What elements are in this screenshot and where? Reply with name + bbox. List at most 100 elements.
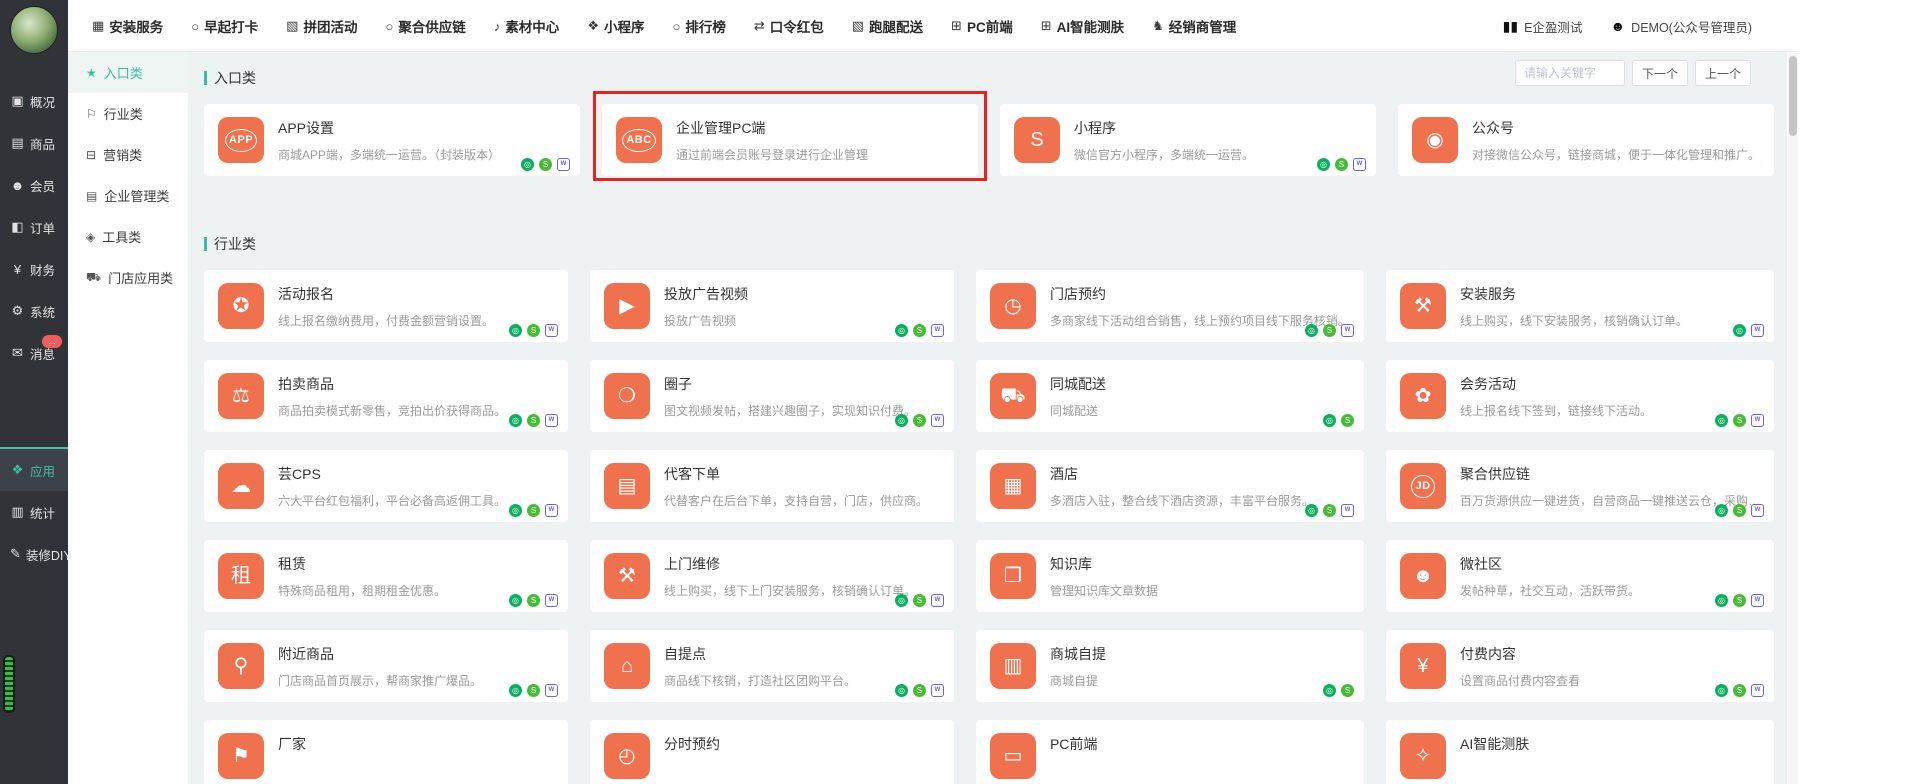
topnav-item-label: 早起打卡: [204, 16, 258, 36]
app-card-micro-community[interactable]: ☻微社区发帖种草，社交互动，活跃带货。◎SW: [1386, 540, 1774, 612]
statistics-icon: ▥: [10, 504, 25, 520]
app-card-mini-program[interactable]: S小程序微信官方小程序，多端统一运营。◎SW: [1000, 104, 1376, 176]
app-card-pc-frontend[interactable]: ▭PC前端: [976, 720, 1364, 784]
wap-badge-icon: W: [545, 504, 558, 517]
app-card-install-service[interactable]: ⚒安装服务线上购买，线下安装服务，核销确认订单。◎W: [1386, 270, 1774, 342]
app-card-mall-self-pickup[interactable]: ▥商城自提商城自提◎S: [976, 630, 1364, 702]
icon-glyph: ✿: [1415, 386, 1432, 406]
page: ▦安装服务 ○早起打卡 ▧拼团活动 ○聚合供应链 ♪素材中心 ❖小程序 ○排行榜 ⇄口令红包 ▧…: [0, 0, 1919, 784]
platform-badges: ◎SW: [509, 504, 558, 517]
app-card-order-for-customer[interactable]: ▤代客下单代替客户在后台下单，支持自营，门店，供应商。: [590, 450, 954, 522]
app-card-paid-content[interactable]: ¥付费内容设置商品付费内容查看◎SW: [1386, 630, 1774, 702]
card-desc: 通过前端会员账号登录进行企业管理: [676, 146, 868, 163]
app-card-pickup-point[interactable]: ⌂自提点商品线下核销，打造社区团购平台。◎SW: [590, 630, 954, 702]
app-card-city-delivery[interactable]: ⛟同城配送同城配送◎S: [976, 360, 1364, 432]
topnav-item-dealer-management[interactable]: ♞经销商管理: [1152, 16, 1236, 36]
prev-button[interactable]: 上一个: [1695, 60, 1751, 86]
sidebar-item-finance[interactable]: ¥财务: [0, 248, 68, 290]
category-item-store-apps-category[interactable]: ⛟门店应用类: [68, 257, 188, 298]
wap-badge-icon: W: [545, 594, 558, 607]
app-card-activity-signup[interactable]: ✪活动报名线上报名缴纳费用，付费金额营销设置。◎SW: [204, 270, 568, 342]
nearby-goods-icon: ⚲: [218, 643, 264, 689]
category-item-industry-category[interactable]: ⚐行业类: [68, 93, 188, 134]
sidebar-item-goods[interactable]: ▤商品: [0, 122, 68, 164]
next-button[interactable]: 下一个: [1632, 60, 1688, 86]
platform-badges: ◎SW: [895, 414, 944, 427]
card-desc: 商城APP端，多端统一运营。（封装版本）: [278, 146, 500, 163]
sidebar-item-apps[interactable]: ❖应用: [0, 447, 68, 491]
app-card-enterprise-pc-admin[interactable]: ABC企业管理PC端通过前端会员账号登录进行企业管理: [602, 104, 978, 176]
sidebar-item-label: 系统: [30, 302, 55, 321]
app-card-ai-skin-analysis[interactable]: ✧AI智能测肤: [1386, 720, 1774, 784]
icon-glyph: ⚒: [1414, 296, 1432, 316]
topnav-item-password-red-packet[interactable]: ⇄口令红包: [754, 16, 824, 36]
icon-glyph: ❐: [1004, 566, 1022, 586]
app-settings-icon: APP: [218, 117, 264, 163]
manufacturer-icon: ⚑: [218, 733, 264, 779]
android-app-badge-icon: ◎: [1305, 324, 1318, 337]
app-card-official-account[interactable]: ◉公众号对接微信公众号，链接商城，便于一体化管理和推广。: [1398, 104, 1774, 176]
app-card-manufacturer[interactable]: ⚑厂家: [204, 720, 568, 784]
app-card-conference-activity[interactable]: ✿会务活动线上报名线下签到，链接线下活动。◎SW: [1386, 360, 1774, 432]
category-sidebar: ★入口类⚐行业类⊟营销类▤企业管理类◈工具类⛟门店应用类: [68, 52, 188, 784]
app-card-timeslot-booking[interactable]: ◴分时预约: [590, 720, 954, 784]
topnav-item-pc-frontend[interactable]: ⊞PC前端: [951, 16, 1013, 36]
org-logo-icon: ▮▮: [1503, 18, 1518, 35]
sidebar-item-system[interactable]: ⚙系统: [0, 290, 68, 332]
topnav-item-morning-checkin[interactable]: ○早起打卡: [191, 16, 258, 36]
app-card-nearby-goods[interactable]: ⚲附近商品门店商品首页展示，帮商家推广爆品。◎SW: [204, 630, 568, 702]
orders-icon: ◧: [10, 219, 25, 235]
app-card-rental[interactable]: 租租赁特殊商品租用，租期租金优惠。◎SW: [204, 540, 568, 612]
app-card-app-settings[interactable]: APPAPP设置商城APP端，多端统一运营。（封装版本）◎SW: [204, 104, 580, 176]
app-card-store-booking[interactable]: ◷门店预约多商家线下活动组合销售，线上预约项目线下服务核销。◎SW: [976, 270, 1364, 342]
app-card-door-to-door-repair[interactable]: ⚒上门维修线上购买，线下上门安装服务，核销确认订单。◎SW: [590, 540, 954, 612]
category-item-entry-category[interactable]: ★入口类: [68, 52, 188, 93]
topnav-item-aggregate-supply-chain[interactable]: ○聚合供应链: [385, 16, 465, 36]
topnav-item-ai-skin-analysis[interactable]: ⊞AI智能测肤: [1041, 16, 1124, 36]
sidebar-item-decorate-diy[interactable]: ✎装修DIY: [0, 533, 68, 575]
wap-badge-icon: W: [1751, 594, 1764, 607]
app-card-hotel[interactable]: ▦酒店多酒店入驻，整合线下酒店资源，丰富平台服务。◎SW: [976, 450, 1364, 522]
card-desc: 特殊商品租用，租期租金优惠。: [278, 582, 446, 599]
category-item-enterprise-category[interactable]: ▤企业管理类: [68, 175, 188, 216]
category-item-tools-category[interactable]: ◈工具类: [68, 216, 188, 257]
miniprogram-badge-icon: S: [527, 594, 540, 607]
icon-glyph: ▦: [1004, 476, 1023, 496]
topnav-item-install-service[interactable]: ▦安装服务: [92, 16, 163, 36]
scrollbar-track[interactable]: [1788, 52, 1798, 784]
sidebar-item-statistics[interactable]: ▥统计: [0, 491, 68, 533]
topnav-item-label: 素材中心: [505, 16, 559, 36]
android-app-badge-icon: ◎: [1715, 684, 1728, 697]
topnav-item-mini-program[interactable]: ❖小程序: [587, 16, 644, 36]
app-card-aggregate-supply-chain[interactable]: JD聚合供应链百万货源供应一键进货，自营商品一键推送云仓，采购…◎SW: [1386, 450, 1774, 522]
app-card-knowledge-base[interactable]: ❐知识库管理知识库文章数据: [976, 540, 1364, 612]
avatar[interactable]: [10, 6, 58, 54]
sidebar-item-overview[interactable]: ▣概况: [0, 80, 68, 122]
icon-glyph: ◉: [1426, 130, 1443, 150]
app-card-ad-video[interactable]: ▶投放广告视频投放广告视频◎SW: [590, 270, 954, 342]
app-card-circles[interactable]: ❍圈子图文视频发帖，搭建兴趣圈子，实现知识付费。◎SW: [590, 360, 954, 432]
scrollbar-thumb[interactable]: [1789, 56, 1797, 136]
app-card-auction-goods[interactable]: ⚖拍卖商品商品拍卖模式新零售，竞拍出价获得商品。◎SW: [204, 360, 568, 432]
android-app-badge-icon: ◎: [521, 158, 534, 171]
topnav-item-ranking[interactable]: ○排行榜: [672, 16, 725, 36]
category-item-marketing-category[interactable]: ⊟营销类: [68, 134, 188, 175]
card-desc: 商城自提: [1050, 672, 1106, 689]
miniprogram-badge-icon: S: [1733, 414, 1746, 427]
sidebar-item-members[interactable]: ☻会员: [0, 164, 68, 206]
miniprogram-badge-icon: S: [913, 324, 926, 337]
topnav-item-group-buy-activity[interactable]: ▧拼团活动: [286, 16, 357, 36]
app-card-yun-cps[interactable]: ☁芸CPS六大平台红包福利，平台必备高返佣工具。◎SW: [204, 450, 568, 522]
search-input[interactable]: [1515, 60, 1625, 86]
topnav-item-label: AI智能测肤: [1057, 16, 1125, 36]
user-menu[interactable]: ☻ DEMO(公众号管理员): [1610, 17, 1752, 36]
sidebar-item-orders[interactable]: ◧订单: [0, 206, 68, 248]
pc-frontend-icon: ⊞: [951, 18, 962, 34]
sidebar-item-messages[interactable]: ✉消息...: [0, 332, 68, 374]
miniprogram-badge-icon: S: [1733, 594, 1746, 607]
order-for-customer-icon: ▤: [604, 463, 650, 509]
topnav-item-errand-delivery[interactable]: ▧跑腿配送: [852, 16, 923, 36]
org-switcher[interactable]: ▮▮ E企盈测试: [1503, 17, 1583, 36]
marketing-category-icon: ⊟: [86, 148, 96, 162]
topnav-item-material-center[interactable]: ♪素材中心: [494, 16, 560, 36]
